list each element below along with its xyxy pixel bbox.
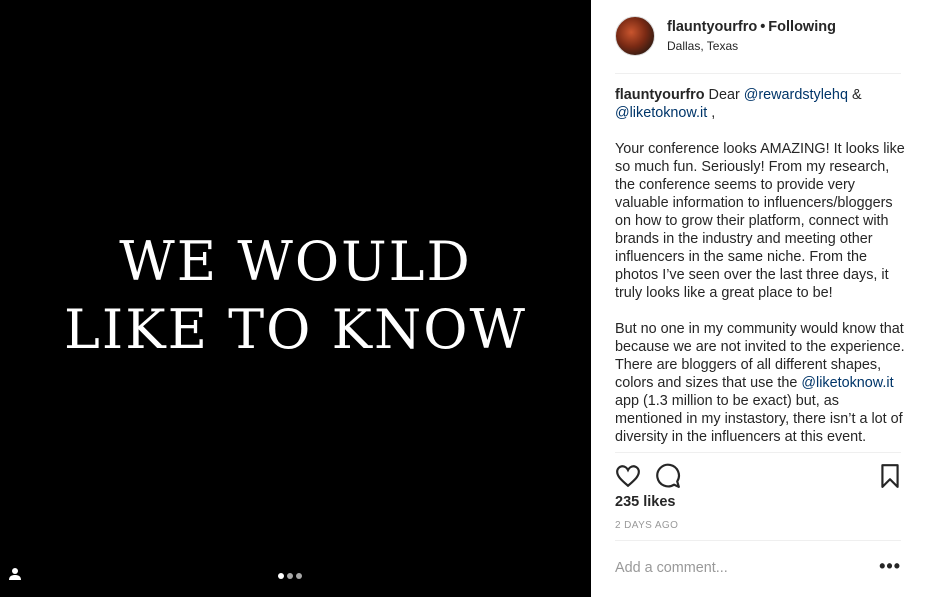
mention-link[interactable]: @rewardstylehq bbox=[744, 87, 848, 103]
post-details-panel: flauntyourfro • Following Dallas, Texas fl… bbox=[591, 0, 925, 597]
action-bar bbox=[615, 452, 901, 492]
comment-icon[interactable] bbox=[655, 463, 681, 489]
caption-text: , bbox=[707, 105, 716, 121]
header-username[interactable]: flauntyourfro bbox=[667, 19, 757, 35]
location-link[interactable]: Dallas, Texas bbox=[667, 39, 738, 53]
caption-paragraph-3: But no one in my community would know th… bbox=[615, 320, 905, 446]
header-user-line: flauntyourfro • Following bbox=[667, 19, 836, 35]
carousel-dot-2[interactable] bbox=[287, 573, 293, 579]
caption-paragraph-2: Your conference looks AMAZING! It looks … bbox=[615, 141, 905, 301]
caption-username[interactable]: flauntyourfro bbox=[615, 87, 705, 103]
heart-icon[interactable] bbox=[615, 463, 641, 489]
avatar[interactable] bbox=[615, 16, 655, 56]
caption-paragraph-1: flauntyourfro Dear @rewardstylehq & @lik… bbox=[615, 86, 905, 122]
media-text-line-1: WE WOULD bbox=[119, 230, 472, 293]
media-text: WE WOULD LIKE TO KNOW bbox=[0, 228, 591, 364]
carousel-indicator bbox=[278, 573, 302, 579]
bookmark-icon[interactable] bbox=[879, 463, 901, 489]
media-text-line-2: LIKE TO KNOW bbox=[64, 298, 527, 361]
caption-text: & bbox=[847, 87, 862, 103]
mention-link[interactable]: @liketoknow.it bbox=[801, 375, 893, 391]
post-timestamp: 2 DAYS AGO bbox=[615, 520, 679, 531]
like-count[interactable]: 235 likes bbox=[615, 494, 675, 510]
header-separator: • bbox=[760, 19, 766, 35]
mention-link[interactable]: @liketoknow.it bbox=[615, 105, 707, 121]
caption-text: app (1.3 million to be exact) but, as me… bbox=[615, 393, 903, 445]
person-tag-icon[interactable] bbox=[8, 567, 22, 581]
post-media[interactable]: WE WOULD LIKE TO KNOW bbox=[0, 0, 591, 597]
caption-area[interactable]: flauntyourfro Dear @rewardstylehq & @lik… bbox=[615, 86, 905, 452]
carousel-dot-1[interactable] bbox=[278, 573, 284, 579]
carousel-dot-3[interactable] bbox=[296, 573, 302, 579]
comment-input[interactable] bbox=[615, 560, 865, 576]
more-options-button[interactable]: ••• bbox=[879, 557, 901, 575]
post-header: flauntyourfro • Following Dallas, Texas bbox=[615, 16, 901, 74]
comment-bar: ••• bbox=[615, 540, 901, 597]
caption-text: Dear bbox=[708, 87, 744, 103]
follow-status-button[interactable]: Following bbox=[768, 19, 836, 35]
